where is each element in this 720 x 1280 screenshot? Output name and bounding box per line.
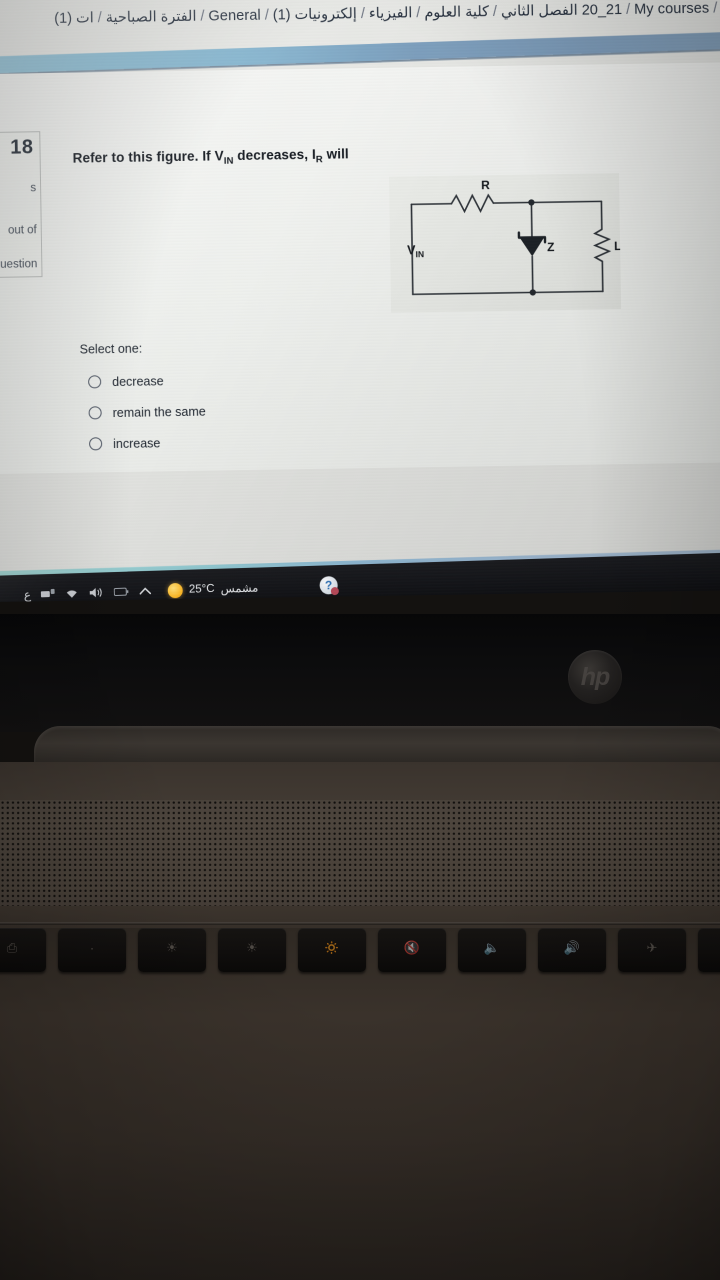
weather-temperature: 25°C [188,582,215,596]
circuit-figure: R VIN Z Load [388,173,643,313]
breadcrumb-separator: / [360,6,366,23]
taskbar-clock[interactable]: ا ٩/ [0,578,8,602]
node-dot-top [528,199,535,206]
key-function-glyph: ⎙ [6,940,18,956]
sun-icon [167,582,184,598]
stem-sub-in: IN [223,155,234,167]
key-function-glyph: 🔊 [563,940,581,956]
answer-option[interactable]: increase [89,424,389,460]
key-function-glyph: 🔇 [403,940,421,956]
ime-language-indicator[interactable]: ع [24,588,32,602]
breadcrumb-item[interactable]: الفيزياء [369,5,413,22]
laptop-photo: rd/My courses/21_20 الفصل الثاني/كلية ال… [0,0,720,1280]
breadcrumb-separator: / [200,8,205,25]
breadcrumb-item[interactable]: الفترة الصباحية [106,9,197,26]
label-resistor: R [481,178,490,192]
clock-line-2: ٩/ [0,590,8,602]
weather-widget[interactable]: 25°C مشمس [167,580,259,598]
label-load: Load [614,239,621,253]
battery-icon[interactable] [113,587,129,597]
keyboard-key[interactable]: ✈ [618,928,686,972]
breadcrumb-separator: / [492,3,498,21]
radio-button[interactable] [89,437,103,451]
help-icon-glyph: ? [324,578,333,593]
answer-option[interactable]: remain the same [88,393,388,429]
breadcrumb-item[interactable]: My courses [634,1,709,18]
breadcrumb-separator: / [97,10,102,27]
answer-option[interactable]: decrease [88,362,388,398]
breadcrumb-item[interactable]: كلية العلوم [424,4,489,21]
deck-edge [0,922,720,925]
answer-option-label: increase [113,435,161,451]
key-function-glyph: ☀ [246,940,258,956]
answer-option-label: remain the same [112,404,206,420]
label-vin: VIN [407,243,424,259]
speaker-grille [0,800,720,906]
network-icon[interactable] [40,588,55,600]
question-number: 18 [10,136,34,159]
keyboard-key[interactable]: 🔈 [458,928,526,972]
key-function-glyph: ✈ [646,940,658,956]
volume-icon[interactable] [89,586,104,598]
keyboard-key[interactable]: ☀ [138,928,206,972]
keyboard-key[interactable]: 🔊 [538,928,606,972]
key-function-glyph: 🔅 [323,940,341,956]
keyboard-key[interactable]: 🔇 [378,928,446,972]
zener-regulator-svg: R VIN Z Load [407,178,643,296]
stem-part-1: Refer to this figure. If V [72,148,224,166]
answer-option-label: decrease [112,373,164,389]
breadcrumb-separator: / [625,1,631,18]
breadcrumb-separator: / [713,0,718,17]
help-icon[interactable]: ? [319,576,338,595]
breadcrumb-item[interactable]: إلكترونيات (1) [273,6,357,23]
wifi-icon[interactable] [65,587,79,599]
node-dot-bottom [529,289,536,296]
keyboard-key[interactable]: ⎙ [0,928,46,972]
keyboard[interactable]: ⎙·☀☀🔅🔇🔈🔊✈⌨ @2٢#3٣$4٤%5٥^6٦&7٧*8٨(9٩ هWٌص… [0,928,720,1280]
keyboard-function-row[interactable]: ⎙ · ☀ ☀ 🔅 🔇 🔈 🔊 ✈ ⌨ [0,928,720,972]
marked-out-of-label: out of [7,224,37,237]
answer-options: decrease remain the same increase [88,362,389,460]
question-info-box: 18 s out of question [0,131,43,279]
keyboard-key[interactable]: 🔅 [298,928,366,972]
breadcrumb-item[interactable]: ات (1) [54,10,94,27]
stem-part-2: decreases, I [233,146,316,164]
stem-part-3: will [322,146,349,162]
key-function-glyph: · [89,940,95,956]
key-function-glyph: ☀ [166,940,178,956]
keyboard-key[interactable]: ☀ [218,928,286,972]
key-function-glyph: 🔈 [483,940,501,956]
radio-button[interactable] [88,375,102,389]
radio-button[interactable] [88,406,102,420]
breadcrumb-item[interactable]: 21_20 الفصل الثاني [501,2,622,20]
flag-question-label[interactable]: question [0,258,37,271]
breadcrumb-separator: / [416,5,421,22]
keyboard-key[interactable]: · [58,928,126,972]
hp-logo: hp [568,650,622,704]
keyboard-key[interactable]: ⌨ [698,928,720,972]
question-status-line: s [30,182,37,195]
chevron-up-icon[interactable] [139,586,152,596]
select-one-label: Select one: [79,341,143,357]
breadcrumb-separator: / [264,7,269,24]
label-zener: Z [547,240,555,254]
laptop-screen: rd/My courses/21_20 الفصل الثاني/كلية ال… [0,0,720,602]
hp-logo-text: hp [580,662,611,691]
breadcrumb-item[interactable]: General [208,8,261,25]
weather-condition: مشمس [220,582,259,596]
